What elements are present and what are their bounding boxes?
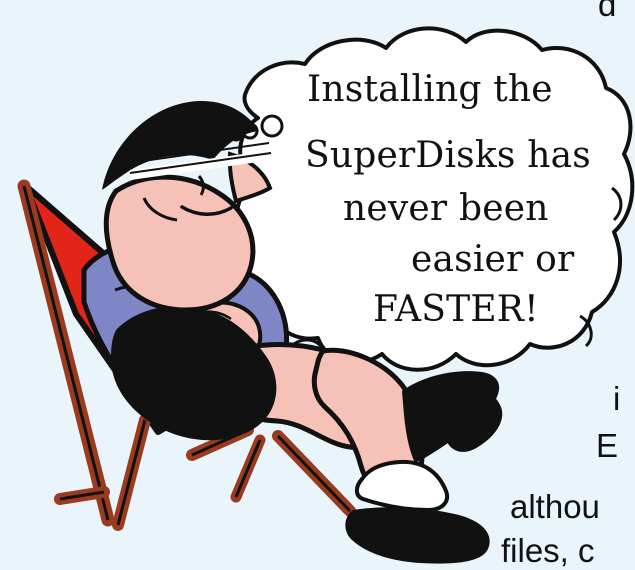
thought-bubble-line-3: never been xyxy=(343,188,549,229)
thought-bubble-line-4: easier or xyxy=(411,239,575,280)
thought-bubble-line-1: Installing the xyxy=(307,69,553,110)
thought-bubble-line-2: SuperDisks has xyxy=(305,135,591,176)
clipart-stage: d i E althou files, c Installing the Sup… xyxy=(0,0,635,570)
thought-bubble-line-5: FASTER! xyxy=(373,289,539,330)
